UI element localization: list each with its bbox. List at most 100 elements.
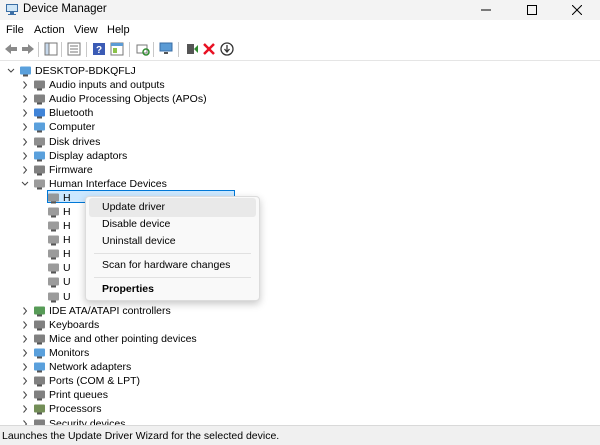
hid-icon — [48, 235, 59, 246]
tree-item-label: H — [63, 192, 71, 204]
maximize-icon — [527, 5, 537, 15]
computer-icon — [20, 66, 31, 77]
hid-icon — [48, 277, 59, 288]
tree-category[interactable]: Disk drives — [0, 135, 600, 149]
chevron-right-icon[interactable] — [21, 106, 29, 120]
tree-category[interactable]: Network adapters — [0, 360, 600, 374]
computer-icon — [34, 122, 45, 133]
chevron-right-icon[interactable] — [21, 92, 29, 106]
audio-icon — [34, 94, 45, 105]
monitor-icon — [34, 348, 45, 359]
menu-action[interactable]: Action — [34, 24, 65, 36]
tree-item-label: Disk drives — [49, 136, 101, 148]
tree-category[interactable]: Keyboards — [0, 318, 600, 332]
hid-icon — [34, 179, 45, 190]
hid-icon — [48, 221, 59, 232]
tree-category[interactable]: Processors — [0, 402, 600, 416]
menu-item-scan-hardware[interactable]: Scan for hardware changes — [89, 256, 256, 275]
tree-category[interactable]: Print queues — [0, 388, 600, 402]
tree-item-label: Print queues — [49, 389, 108, 401]
chevron-right-icon[interactable] — [21, 304, 29, 318]
tree-category[interactable]: Computer — [0, 120, 600, 134]
audio-icon — [34, 80, 45, 91]
tree-category[interactable]: Mice and other pointing devices — [0, 332, 600, 346]
maximize-button[interactable] — [509, 0, 555, 20]
properties-icon[interactable] — [67, 42, 81, 56]
tree-category[interactable]: Ports (COM & LPT) — [0, 374, 600, 388]
bluetooth-icon — [34, 108, 45, 119]
chevron-right-icon[interactable] — [21, 417, 29, 425]
tree-item-label: H — [63, 248, 71, 260]
menu-help[interactable]: Help — [107, 24, 130, 36]
hid-icon — [48, 292, 59, 303]
menu-file[interactable]: File — [6, 24, 24, 36]
tree-item-label: Human Interface Devices — [49, 178, 167, 190]
toolbar-separator — [86, 42, 87, 57]
show-hide-tree-icon[interactable] — [44, 42, 58, 56]
chevron-right-icon[interactable] — [21, 346, 29, 360]
tree-item-label: Monitors — [49, 347, 90, 359]
uninstall-x-icon[interactable] — [202, 42, 216, 56]
action-pane-icon[interactable] — [110, 42, 124, 56]
mouse-icon — [34, 334, 45, 345]
tree-item-label: H — [63, 206, 71, 218]
menu-view[interactable]: View — [74, 24, 98, 36]
processor-icon — [34, 404, 45, 415]
window-title: Device Manager — [23, 3, 107, 15]
firmware-icon — [34, 165, 45, 176]
hid-icon — [48, 207, 59, 218]
tree-category[interactable]: Monitors — [0, 346, 600, 360]
toolbar-separator — [61, 42, 62, 57]
tree-category[interactable]: Firmware — [0, 163, 600, 177]
menu-item-uninstall-device[interactable]: Uninstall device — [89, 232, 256, 251]
chevron-right-icon[interactable] — [21, 388, 29, 402]
context-menu: Update driver Disable device Uninstall d… — [85, 196, 260, 301]
tree-item-label: Display adaptors — [49, 150, 128, 162]
toolbar-separator — [178, 42, 179, 57]
chevron-right-icon[interactable] — [21, 402, 29, 416]
tree-item-label: Bluetooth — [49, 107, 94, 119]
tree-item-label: Audio inputs and outputs — [49, 79, 165, 91]
chevron-right-icon[interactable] — [21, 332, 29, 346]
chevron-down-icon[interactable] — [21, 177, 29, 191]
chevron-down-icon[interactable] — [7, 64, 15, 78]
scan-hardware-icon[interactable] — [136, 42, 150, 56]
tree-category[interactable]: Security devices — [0, 417, 600, 425]
help-icon[interactable]: ? — [92, 42, 106, 56]
toolbar-separator — [153, 42, 154, 57]
toolbar-separator — [38, 42, 39, 57]
update-driver-icon[interactable] — [185, 42, 199, 56]
status-bar: Launches the Update Driver Wizard for th… — [0, 425, 600, 445]
chevron-right-icon[interactable] — [21, 163, 29, 177]
close-button[interactable] — [554, 0, 600, 20]
tree-category[interactable]: Human Interface Devices — [0, 177, 600, 191]
back-arrow-icon[interactable] — [4, 42, 18, 56]
title-bar: Device Manager — [0, 0, 600, 20]
tree-item-label: H — [63, 220, 71, 232]
tree-item-label: Ports (COM & LPT) — [49, 375, 141, 387]
minimize-icon — [481, 9, 491, 11]
minimize-button[interactable] — [463, 0, 509, 20]
tree-category[interactable]: Bluetooth — [0, 106, 600, 120]
tree-item-label: U — [63, 262, 71, 274]
tree-category[interactable]: Audio Processing Objects (APOs) — [0, 92, 600, 106]
monitor-icon[interactable] — [159, 42, 173, 56]
menu-separator — [94, 277, 251, 278]
tree-root[interactable]: DESKTOP-BDKQFLJ — [0, 64, 600, 78]
forward-arrow-icon[interactable] — [21, 42, 35, 56]
chevron-right-icon[interactable] — [21, 318, 29, 332]
menu-bar: File Action View Help — [0, 21, 600, 39]
chevron-right-icon[interactable] — [21, 360, 29, 374]
chevron-right-icon[interactable] — [21, 78, 29, 92]
port-icon — [34, 376, 45, 387]
tree-category[interactable]: Display adaptors — [0, 149, 600, 163]
tree-category[interactable]: Audio inputs and outputs — [0, 78, 600, 92]
disable-device-icon[interactable] — [220, 42, 234, 56]
menu-item-properties[interactable]: Properties — [89, 280, 256, 299]
chevron-right-icon[interactable] — [21, 149, 29, 163]
tree-item-label: Audio Processing Objects (APOs) — [49, 93, 207, 105]
chevron-right-icon[interactable] — [21, 120, 29, 134]
chevron-right-icon[interactable] — [21, 374, 29, 388]
tree-category[interactable]: IDE ATA/ATAPI controllers — [0, 304, 600, 318]
chevron-right-icon[interactable] — [21, 135, 29, 149]
